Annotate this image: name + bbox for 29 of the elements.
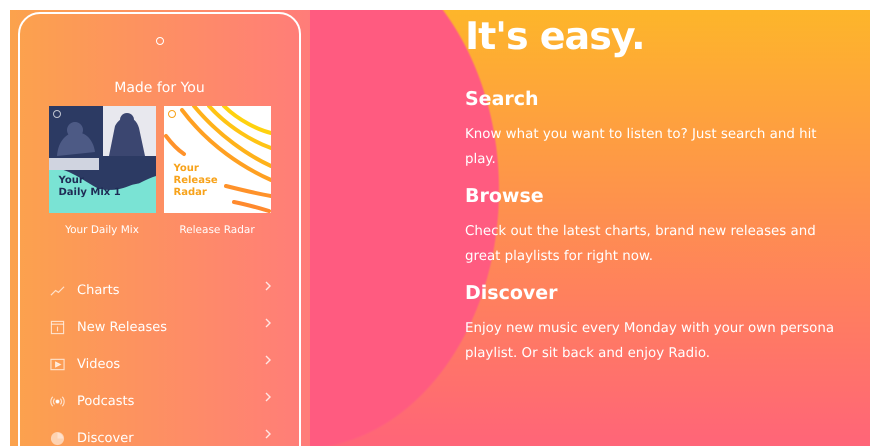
broadcast-icon: [50, 394, 65, 408]
play-icon: [50, 356, 65, 372]
cover-title: Your Release Radar: [174, 163, 218, 199]
section-title: Made for You: [114, 79, 205, 97]
feature-description: Enjoy new music every Monday with your own persona playlist. Or sit back and enjoy Radio.: [465, 320, 834, 363]
feature-title: Discover: [465, 281, 559, 305]
disc-icon: [50, 430, 65, 446]
menu-item[interactable]: Discover: [50, 428, 271, 446]
menu-item[interactable]: Podcasts: [50, 391, 271, 411]
playlist-cover[interactable]: Your Release Radar: [164, 106, 270, 213]
chevron-icon: [265, 355, 271, 365]
chevron-icon: [265, 392, 271, 402]
camera-icon: [156, 37, 164, 45]
menu-item[interactable]: New Releases: [50, 317, 271, 337]
feature-title: Browse: [465, 184, 545, 208]
chevron-icon: [265, 429, 271, 439]
menu-item[interactable]: Charts: [50, 280, 271, 300]
circle-icon: [52, 110, 60, 118]
playlist-caption: Your Daily Mix: [65, 223, 139, 237]
playlist-caption: Release Radar: [179, 223, 255, 237]
feature-description: Check out the latest charts, brand new releases and great playlists for right now.: [465, 223, 817, 266]
circle-icon: [168, 110, 176, 118]
headline: It's easy.: [465, 14, 646, 58]
feature-title: Search: [465, 87, 540, 111]
menu-item[interactable]: Videos: [50, 354, 271, 374]
feature-description: Know what you want to listen to? Just search and hit play.: [465, 126, 818, 169]
chevron-icon: [265, 318, 271, 328]
calendar-icon: [50, 320, 65, 334]
chevron-icon: [265, 281, 271, 291]
